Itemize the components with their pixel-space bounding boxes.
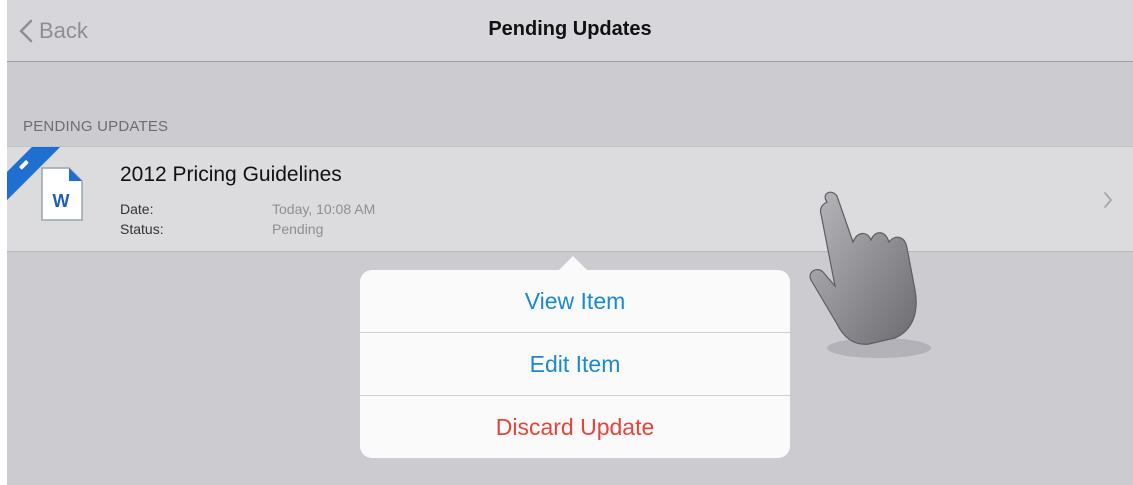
- status-label: Status:: [120, 221, 164, 237]
- view-item-button[interactable]: View Item: [360, 270, 790, 332]
- word-letter: W: [53, 191, 70, 211]
- pending-update-row[interactable]: W 2012 Pricing Guidelines Date: Today, 1…: [7, 146, 1133, 252]
- item-title: 2012 Pricing Guidelines: [120, 163, 342, 186]
- action-popover: View Item Edit Item Discard Update: [360, 256, 790, 458]
- page-title: Pending Updates: [488, 18, 652, 40]
- section-header: PENDING UPDATES: [23, 118, 169, 135]
- date-label: Date:: [120, 201, 154, 217]
- pencil-icon: [18, 159, 29, 170]
- screen: Back Pending Updates PENDING UPDATES W 2…: [7, 0, 1133, 485]
- edit-item-button[interactable]: Edit Item: [360, 333, 790, 395]
- status-value: Pending: [272, 221, 324, 237]
- tap-hand-icon: [809, 191, 931, 358]
- discard-update-button[interactable]: Discard Update: [360, 396, 790, 458]
- word-document-icon: W: [41, 167, 83, 221]
- date-value: Today, 10:08 AM: [272, 201, 376, 217]
- popover-arrow: [558, 256, 588, 271]
- disclosure-chevron-icon: [1104, 192, 1112, 208]
- navigation-bar: Back Pending Updates: [7, 0, 1133, 62]
